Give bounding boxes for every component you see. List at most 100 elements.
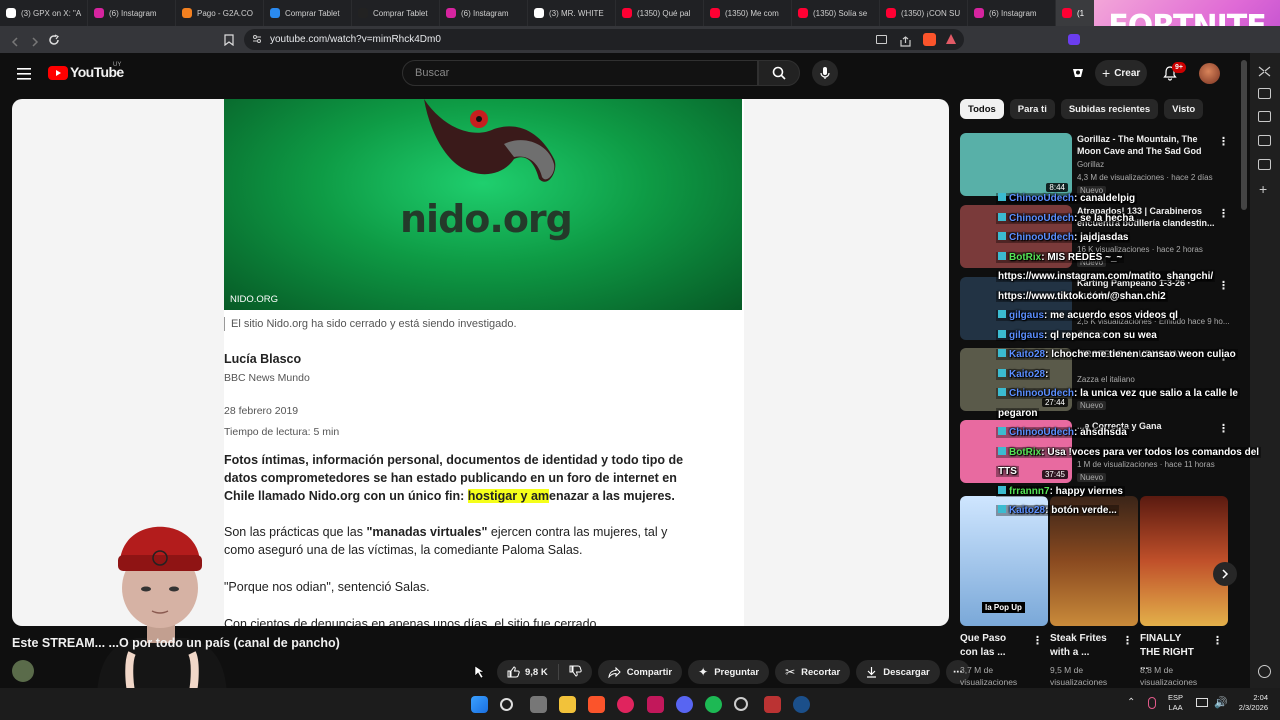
recommendation-thumbnail[interactable] (960, 277, 1072, 340)
browser-tab[interactable]: (1350) Qué pal (616, 0, 704, 26)
reload-icon[interactable] (48, 33, 60, 45)
mic-tray-icon[interactable] (1148, 697, 1156, 709)
avatar[interactable] (1199, 63, 1220, 84)
channel-avatar[interactable] (12, 660, 34, 682)
site-info-icon[interactable] (252, 34, 262, 44)
share-page-icon[interactable] (900, 34, 911, 47)
spotify-icon[interactable] (705, 696, 722, 713)
browser-tab[interactable]: Comprar Tablet (264, 0, 352, 26)
browser-tab[interactable]: (1350) Solía se (792, 0, 880, 26)
clock[interactable]: 2:04 2/3/2026 (1238, 693, 1268, 713)
chip-para-ti[interactable]: Para ti (1009, 99, 1055, 119)
bookmark-icon[interactable] (224, 33, 234, 47)
add-panel-icon[interactable]: + (1259, 181, 1267, 197)
steam-icon[interactable] (793, 696, 810, 713)
more-options-icon[interactable]: ⋮ (1218, 350, 1229, 363)
browser-tab[interactable]: Pago - G2A.CO (176, 0, 264, 26)
more-options-icon[interactable]: ⋮ (1218, 279, 1229, 292)
recommendation-item[interactable]: Karting Pampeano 1-3-26 · Autódromo... 2,… (960, 277, 1230, 341)
download-button[interactable]: Descargar (856, 660, 940, 684)
more-options-icon[interactable]: ⋮ (1218, 422, 1229, 435)
media-player-icon[interactable] (617, 696, 634, 713)
browser-tab[interactable]: (1350) ¡CON SU (880, 0, 968, 26)
more-options-icon[interactable]: ⋮ (1032, 634, 1043, 647)
browser-tab[interactable]: (3) MR. WHITE (528, 0, 616, 26)
brave-shields-icon[interactable] (923, 33, 936, 46)
short-thumbnail[interactable] (1140, 496, 1228, 626)
discord-icon[interactable] (676, 696, 693, 713)
browser-tab[interactable]: (6) Instagram (968, 0, 1056, 26)
recommendation-title[interactable]: TIROTEOS de URUGUAY (1077, 348, 1215, 360)
url-field[interactable]: youtube.com/watch?v=mimRhck4Dm0 (244, 29, 964, 50)
recommendation-channel[interactable]: Zazza el italiano (1077, 375, 1135, 384)
chip-visto[interactable]: Visto (1164, 99, 1204, 119)
network-icon[interactable] (1196, 698, 1208, 707)
share-button[interactable]: Compartir (597, 660, 683, 684)
extension-icon[interactable] (1068, 34, 1080, 45)
tray-chevron-icon[interactable]: ⌃ (1127, 697, 1135, 708)
recommendation-title[interactable]: Karting Pampeano 1-3-26 · Autódromo... (1077, 277, 1215, 301)
back-icon[interactable] (10, 34, 20, 47)
recommendation-thumbnail[interactable]: 27:44 (960, 348, 1072, 411)
settings-icon[interactable] (1258, 665, 1271, 678)
search-taskbar-icon[interactable] (500, 698, 513, 711)
recommendation-item[interactable]: Atrapados! 133 | Carabineros encuentra b… (960, 205, 1230, 269)
voice-search-button[interactable] (812, 60, 838, 86)
recommendation-title[interactable]: ...a Correcta y Gana (1077, 420, 1215, 432)
more-options-icon[interactable]: ⋮ (1212, 634, 1223, 647)
expand-icon[interactable] (1258, 64, 1271, 77)
brave-taskbar-icon[interactable] (588, 696, 605, 713)
recommendation-thumbnail[interactable]: 8:44 (960, 133, 1072, 196)
page-scrollbar[interactable] (1241, 60, 1247, 210)
chip-todos[interactable]: Todos (960, 99, 1004, 119)
recommendation-title[interactable]: Atrapados! 133 | Carabineros encuentra b… (1077, 205, 1215, 229)
bookmarks-panel-icon[interactable] (1258, 159, 1271, 170)
valorant-icon[interactable] (764, 696, 781, 713)
forward-icon[interactable] (30, 34, 40, 47)
more-options-icon[interactable]: ⋮ (1218, 207, 1229, 220)
ask-button[interactable]: ✦ Preguntar (688, 660, 770, 684)
menu-icon[interactable] (17, 67, 31, 80)
short-thumbnail[interactable] (1050, 496, 1138, 626)
recommendation-item[interactable]: 27:44 TIROTEOS de URUGUAY Zazza el italian… (960, 348, 1230, 412)
premium-icon[interactable] (1071, 66, 1085, 80)
recommendation-title[interactable]: Gorillaz - The Mountain, The Moon Cave a… (1077, 133, 1215, 157)
recommendation-channel[interactable]: Gorillaz (1077, 160, 1104, 169)
create-button[interactable]: + Crear (1095, 60, 1147, 86)
shorts-next-button[interactable] (1213, 562, 1237, 586)
file-explorer-icon[interactable] (559, 696, 576, 713)
obs-icon[interactable] (734, 697, 748, 711)
chip-subidas-recientes[interactable]: Subidas recientes (1060, 99, 1159, 119)
dislike-button[interactable] (559, 665, 592, 680)
browser-tab[interactable]: Comprar Tablet (352, 0, 440, 26)
browser-tab[interactable]: (1 (1056, 0, 1096, 26)
clip-button[interactable]: ✂ Recortar (775, 660, 851, 684)
like-button[interactable]: 9,8 K (507, 664, 559, 680)
brave-rewards-icon[interactable] (946, 34, 956, 44)
browser-tab[interactable]: (1350) Me com (704, 0, 792, 26)
short-thumbnail[interactable]: la Pop Up (960, 496, 1048, 626)
browser-tab[interactable]: (6) Instagram (440, 0, 528, 26)
recommendation-thumbnail[interactable] (960, 205, 1072, 268)
short-title[interactable]: Steak Frites with a ... (1050, 632, 1110, 660)
more-options-icon[interactable]: ⋮ (1218, 135, 1229, 148)
language-indicator[interactable]: ESP LAA (1168, 693, 1183, 713)
recommendation-item[interactable]: 8:44 Gorillaz - The Mountain, The Moon Ca… (960, 133, 1230, 197)
cast-icon[interactable] (876, 35, 887, 44)
more-options-icon[interactable]: ⋮ (1122, 634, 1133, 647)
start-icon[interactable] (471, 696, 488, 713)
app-icon[interactable] (647, 696, 664, 713)
youtube-logo-icon[interactable] (48, 66, 68, 80)
search-button[interactable] (758, 60, 800, 86)
reading-list-icon[interactable] (1258, 135, 1271, 146)
recommendation-item[interactable]: 37:45 ...a Correcta y Gana 1 M de visualiz… (960, 420, 1230, 484)
wallet-icon[interactable] (1258, 111, 1271, 122)
volume-icon[interactable]: 🔊 (1214, 696, 1228, 709)
short-title[interactable]: Que Paso con las ... (960, 632, 1020, 660)
search-input[interactable]: Buscar (402, 60, 758, 86)
recommendation-thumbnail[interactable]: 37:45 (960, 420, 1072, 483)
browser-tab[interactable]: (6) Instagram (88, 0, 176, 26)
task-view-icon[interactable] (530, 696, 547, 713)
sidebar-panel-icon[interactable] (1258, 88, 1271, 99)
browser-tab[interactable]: (3) GPX on X: "A (0, 0, 88, 26)
